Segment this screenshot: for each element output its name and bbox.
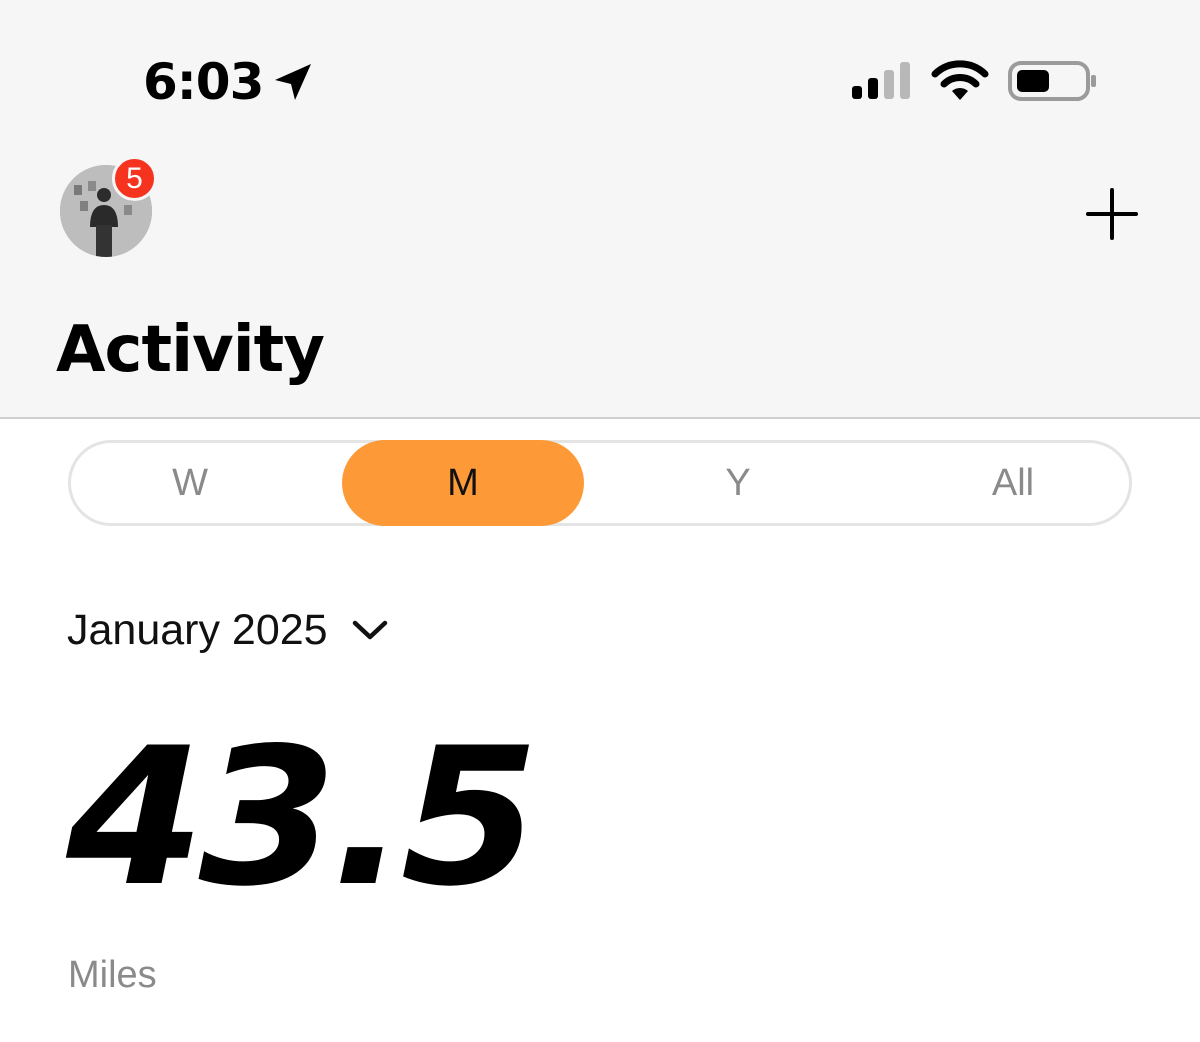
wifi-icon xyxy=(931,60,989,100)
add-activity-button[interactable] xyxy=(1080,182,1144,246)
total-distance-value: 43.5 xyxy=(66,707,539,928)
page-title: Activity xyxy=(56,313,325,387)
battery-icon xyxy=(1008,61,1096,101)
activity-screen: 6:03 5 Activity W M Y All January 2025 4… xyxy=(0,0,1200,1042)
cellular-signal-icon xyxy=(852,62,910,99)
notification-badge: 5 xyxy=(112,156,157,201)
segment-week[interactable]: W xyxy=(69,440,311,526)
segment-all[interactable]: All xyxy=(892,440,1134,526)
status-time: 6:03 xyxy=(143,53,264,111)
distance-unit-label: Miles xyxy=(68,954,157,996)
header-area: 6:03 5 Activity xyxy=(0,0,1200,419)
period-label: January 2025 xyxy=(67,606,328,654)
segment-month[interactable]: M xyxy=(342,440,584,526)
period-selector[interactable]: January 2025 xyxy=(67,600,388,660)
segment-year[interactable]: Y xyxy=(617,440,859,526)
location-arrow-icon xyxy=(275,64,312,100)
chevron-down-icon xyxy=(352,620,387,640)
status-bar-time-group: 6:03 xyxy=(143,52,315,112)
time-range-segmented-control: W M Y All xyxy=(68,440,1132,526)
